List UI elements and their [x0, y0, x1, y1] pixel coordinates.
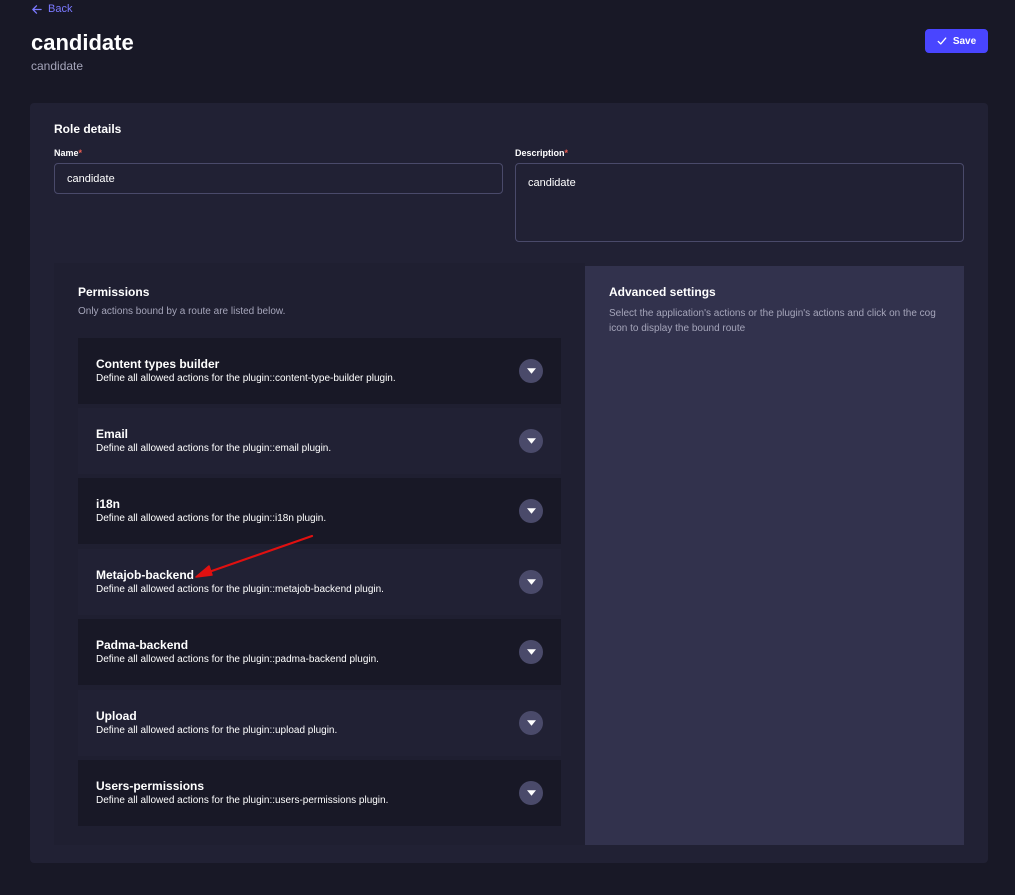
accordion-title: Content types builder — [96, 357, 220, 371]
back-label: Back — [48, 3, 73, 15]
accordion-metajob-backend[interactable]: Metajob-backend Define all allowed actio… — [78, 549, 561, 615]
save-button[interactable]: Save — [925, 29, 988, 53]
accordion-title: Users-permissions — [96, 779, 205, 793]
accordion-description: Define all allowed actions for the plugi… — [96, 373, 396, 384]
name-label: Name* — [54, 148, 82, 158]
permissions-panel: Permissions Only actions bound by a rout… — [54, 263, 585, 845]
accordion-toggle[interactable] — [519, 570, 543, 594]
role-card: Role details Name* Description* candidat… — [30, 103, 988, 863]
arrow-left-icon — [32, 4, 42, 14]
accordion-toggle[interactable] — [519, 781, 543, 805]
accordion-description: Define all allowed actions for the plugi… — [96, 795, 389, 806]
back-link[interactable]: Back — [31, 3, 72, 15]
accordion-upload[interactable]: Upload Define all allowed actions for th… — [78, 690, 561, 756]
chevron-down-icon — [526, 720, 536, 726]
accordion-title: Upload — [96, 709, 137, 723]
required-mark: * — [564, 148, 569, 158]
accordion-description: Define all allowed actions for the plugi… — [96, 584, 384, 595]
accordion-title: Email — [96, 427, 129, 441]
permissions-title: Permissions — [78, 285, 150, 299]
accordion-i18n[interactable]: i18n Define all allowed actions for the … — [78, 478, 561, 544]
page-subtitle: candidate — [31, 59, 84, 73]
accordion-toggle[interactable] — [519, 359, 543, 383]
chevron-down-icon — [526, 579, 536, 585]
accordion-description: Define all allowed actions for the plugi… — [96, 513, 327, 524]
advanced-settings-panel: Advanced settings Select the application… — [585, 266, 964, 845]
accordion-toggle[interactable] — [519, 711, 543, 735]
chevron-down-icon — [526, 649, 536, 655]
page-title: candidate — [31, 30, 134, 55]
description-label: Description* — [515, 148, 568, 158]
name-label-text: Name — [54, 148, 79, 158]
chevron-down-icon — [526, 438, 536, 444]
accordion-padma-backend[interactable]: Padma-backend Define all allowed actions… — [78, 619, 561, 685]
name-input[interactable] — [54, 163, 503, 194]
accordion-toggle[interactable] — [519, 640, 543, 664]
accordion-email[interactable]: Email Define all allowed actions for the… — [78, 408, 561, 474]
chevron-down-icon — [526, 790, 536, 796]
advanced-settings-description: Select the application's actions or the … — [609, 308, 936, 334]
chevron-down-icon — [526, 368, 536, 374]
accordion-content-types-builder[interactable]: Content types builder Define all allowed… — [78, 338, 561, 404]
advanced-settings-title: Advanced settings — [609, 285, 716, 299]
accordion-toggle[interactable] — [519, 429, 543, 453]
required-mark: * — [78, 148, 83, 158]
accordion-description: Define all allowed actions for the plugi… — [96, 725, 338, 736]
accordion-description: Define all allowed actions for the plugi… — [96, 443, 332, 454]
role-details-title: Role details — [54, 122, 122, 136]
chevron-down-icon — [526, 508, 536, 514]
accordion-description: Define all allowed actions for the plugi… — [96, 654, 379, 665]
accordion-title: i18n — [96, 497, 121, 511]
accordion-toggle[interactable] — [519, 499, 543, 523]
check-icon — [937, 37, 947, 45]
description-label-text: Description — [515, 148, 565, 158]
permissions-subtitle: Only actions bound by a route are listed… — [78, 306, 286, 317]
accordion-title: Padma-backend — [96, 638, 189, 652]
save-label: Save — [952, 35, 977, 47]
accordion-title: Metajob-backend — [96, 568, 195, 582]
description-input[interactable]: candidate — [515, 163, 964, 242]
accordion-users-permissions[interactable]: Users-permissions Define all allowed act… — [78, 760, 561, 826]
